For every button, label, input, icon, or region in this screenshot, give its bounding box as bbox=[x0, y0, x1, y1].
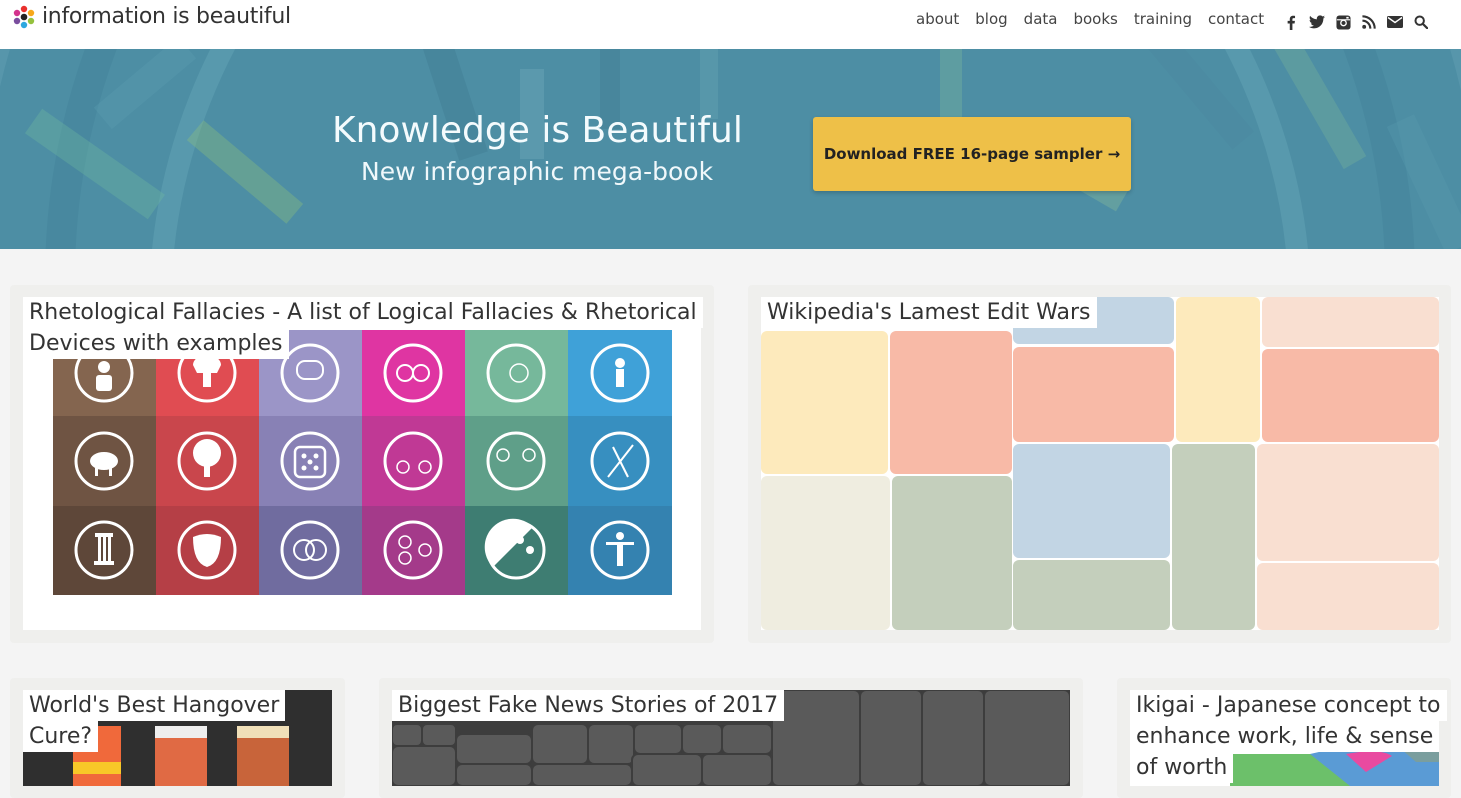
card-title-continued[interactable]: Cure? bbox=[23, 721, 99, 752]
card-title[interactable]: World's Best Hangover bbox=[23, 690, 286, 721]
card-title-line: World's Best Hangover bbox=[29, 693, 280, 718]
card-title-line: Ikigai - Japanese concept to bbox=[1136, 693, 1441, 718]
site-title: information is beautiful bbox=[42, 4, 291, 29]
treemap-graphic bbox=[761, 297, 1439, 630]
facebook-icon[interactable] bbox=[1282, 13, 1300, 31]
card-title[interactable]: Wikipedia's Lamest Edit Wars bbox=[761, 297, 1097, 328]
card-fake-news-2017[interactable]: Biggest Fake News Stories of 2017 bbox=[379, 678, 1083, 798]
twitter-icon[interactable] bbox=[1308, 13, 1326, 31]
download-sampler-button[interactable]: Download FREE 16-page sampler → bbox=[813, 117, 1131, 191]
nav-contact[interactable]: contact bbox=[1208, 10, 1264, 28]
nav-training[interactable]: training bbox=[1134, 10, 1192, 28]
hero-banner: Knowledge is Beautiful New infographic m… bbox=[0, 49, 1461, 249]
card-title[interactable]: Biggest Fake News Stories of 2017 bbox=[392, 690, 785, 721]
mail-icon[interactable] bbox=[1386, 13, 1404, 31]
rss-icon[interactable] bbox=[1360, 13, 1378, 31]
card-title-line: Wikipedia's Lamest Edit Wars bbox=[767, 300, 1091, 325]
card-title-line: Biggest Fake News Stories of 2017 bbox=[398, 693, 779, 718]
card-ikigai[interactable]: Ikigai - Japanese concept to enhance wor… bbox=[1117, 678, 1451, 798]
instagram-icon[interactable] bbox=[1334, 13, 1352, 31]
logo-icon bbox=[13, 5, 35, 28]
card-rhetological-fallacies[interactable]: Rhetological Fallacies - A list of Logic… bbox=[10, 285, 714, 643]
card-title-continued[interactable]: Devices with examples bbox=[23, 328, 289, 359]
card-title-line: Cure? bbox=[29, 724, 93, 749]
card-title-line: Rhetological Fallacies - A list of Logic… bbox=[29, 300, 697, 325]
social-links bbox=[1282, 13, 1430, 31]
card-title[interactable]: Rhetological Fallacies - A list of Logic… bbox=[23, 297, 703, 328]
card-wikipedia-edit-wars[interactable]: Wikipedia's Lamest Edit Wars bbox=[748, 285, 1451, 643]
main-nav: about blog data books training contact bbox=[916, 10, 1280, 28]
nav-books[interactable]: books bbox=[1073, 10, 1117, 28]
nav-blog[interactable]: blog bbox=[975, 10, 1007, 28]
hero-subtitle: New infographic mega-book bbox=[361, 157, 714, 186]
card-title-line: enhance work, life & sense bbox=[1136, 724, 1434, 749]
card-title-line: of worth bbox=[1136, 755, 1228, 780]
card-title-continued[interactable]: of worth bbox=[1130, 752, 1234, 783]
card-image[interactable] bbox=[761, 297, 1439, 630]
nav-data[interactable]: data bbox=[1024, 10, 1058, 28]
card-title-line: Devices with examples bbox=[29, 331, 283, 356]
search-icon[interactable] bbox=[1412, 13, 1430, 31]
site-logo[interactable]: information is beautiful bbox=[12, 4, 291, 29]
card-title-continued[interactable]: enhance work, life & sense bbox=[1130, 721, 1440, 752]
card-title[interactable]: Ikigai - Japanese concept to bbox=[1130, 690, 1447, 721]
card-hangover-cure[interactable]: World's Best Hangover Cure? bbox=[10, 678, 345, 798]
site-header: information is beautiful about blog data… bbox=[0, 0, 1461, 49]
nav-about[interactable]: about bbox=[916, 10, 959, 28]
hero-title: Knowledge is Beautiful bbox=[332, 110, 743, 151]
